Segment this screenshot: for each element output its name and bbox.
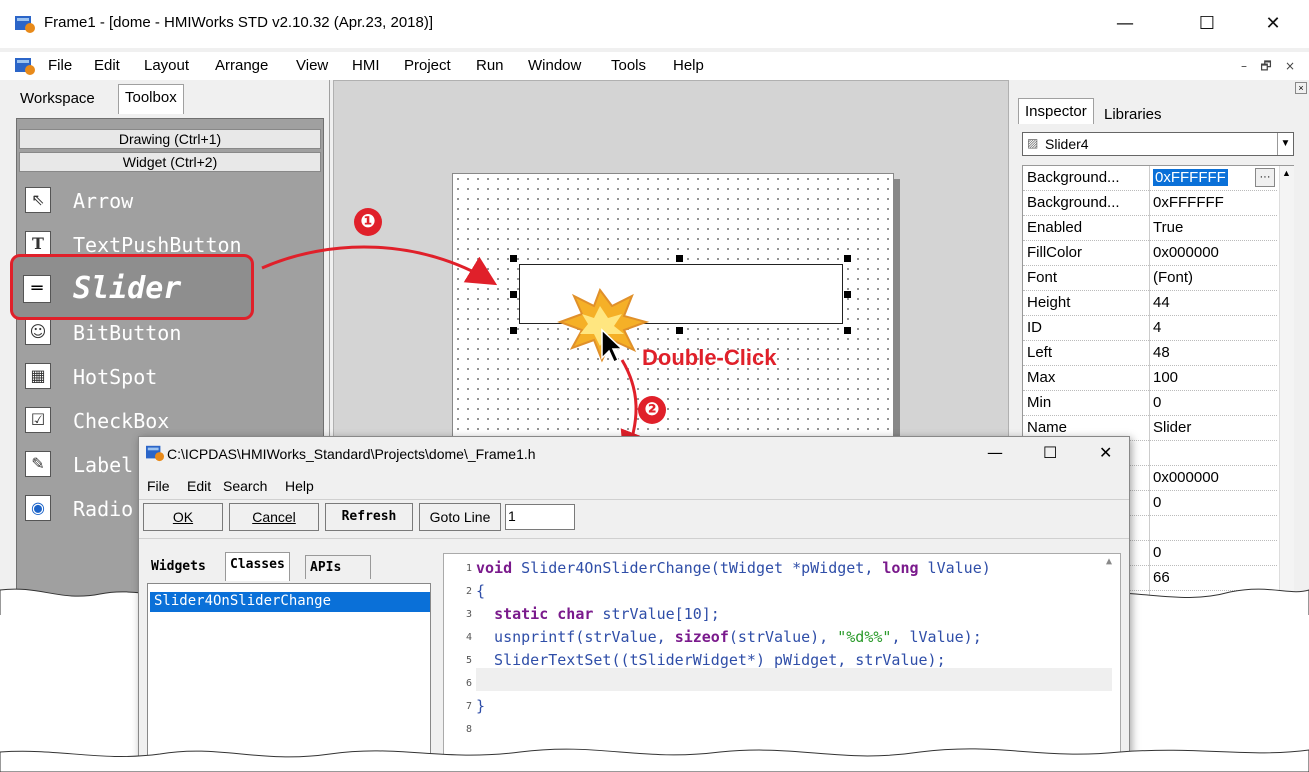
cancel-button[interactable]: Cancel: [229, 503, 319, 531]
code-line: 1 void Slider4OnSliderChange(tWidget *pWi…: [444, 558, 1114, 581]
editor-app-icon: [145, 444, 167, 464]
editor-menu-search[interactable]: Search: [223, 478, 267, 494]
step1-arrow: [261, 245, 498, 286]
scroll-up-icon[interactable]: ▲: [1106, 556, 1112, 567]
editor-title: C:\ICPDAS\HMIWorks_Standard\Projects\dom…: [167, 446, 536, 462]
code-text: usnprintf(strValue, sizeof(strValue), "%…: [476, 628, 982, 646]
line-number: 4: [465, 632, 472, 643]
code-line: 6: [444, 673, 1114, 696]
code-line: 7}: [444, 696, 1114, 719]
step2-badge: ❷: [638, 396, 666, 424]
tab-apis[interactable]: APIs: [305, 555, 371, 579]
ok-button[interactable]: OK: [143, 503, 223, 531]
goto-line-input[interactable]: 1: [505, 504, 575, 530]
line-number: 1: [465, 563, 472, 574]
editor-menu-help[interactable]: Help: [285, 478, 314, 494]
editor-minimize-button[interactable]: —: [987, 443, 1003, 462]
code-text: SliderTextSet((tSliderWidget*) pWidget, …: [476, 651, 946, 669]
line-number: 6: [465, 678, 472, 689]
code-text: {: [476, 582, 486, 600]
code-editor-window: C:\ICPDAS\HMIWorks_Standard\Projects\dom…: [138, 436, 1130, 772]
line-number: 2: [465, 586, 472, 597]
editor-menu-bar: File Edit Search Help: [139, 473, 1129, 499]
line-number: 7: [465, 701, 472, 712]
code-text: static char strValue[10];: [494, 605, 720, 623]
double-click-label: Double-Click: [642, 345, 777, 370]
code-text: }: [476, 697, 486, 715]
step1-badge: ❶: [354, 208, 382, 236]
code-line: 4 usnprintf(strValue, sizeof(strValue), …: [444, 627, 1114, 650]
code-line: 5 SliderTextSet((tSliderWidget*) pWidget…: [444, 650, 1114, 673]
editor-menu-edit[interactable]: Edit: [187, 478, 211, 494]
torn-edge-bottom: [0, 748, 1309, 772]
refresh-button[interactable]: Refresh: [325, 503, 413, 531]
goto-line-button[interactable]: Goto Line: [419, 503, 501, 531]
editor-menu-file[interactable]: File: [147, 478, 170, 494]
code-line: 3 static char strValue[10];: [444, 604, 1114, 627]
tab-classes[interactable]: Classes: [225, 552, 290, 581]
list-item[interactable]: Slider4OnSliderChange: [150, 592, 430, 612]
editor-maximize-button[interactable]: ☐: [1043, 443, 1057, 462]
tab-widgets[interactable]: Widgets: [147, 555, 210, 579]
code-text: void Slider4OnSliderChange(tWidget *pWid…: [476, 559, 991, 577]
line-number: 5: [465, 655, 472, 666]
editor-close-button[interactable]: ✕: [1099, 443, 1112, 462]
line-number: 3: [465, 609, 472, 620]
line-number: 8: [465, 724, 472, 735]
code-line: 2{: [444, 581, 1114, 604]
